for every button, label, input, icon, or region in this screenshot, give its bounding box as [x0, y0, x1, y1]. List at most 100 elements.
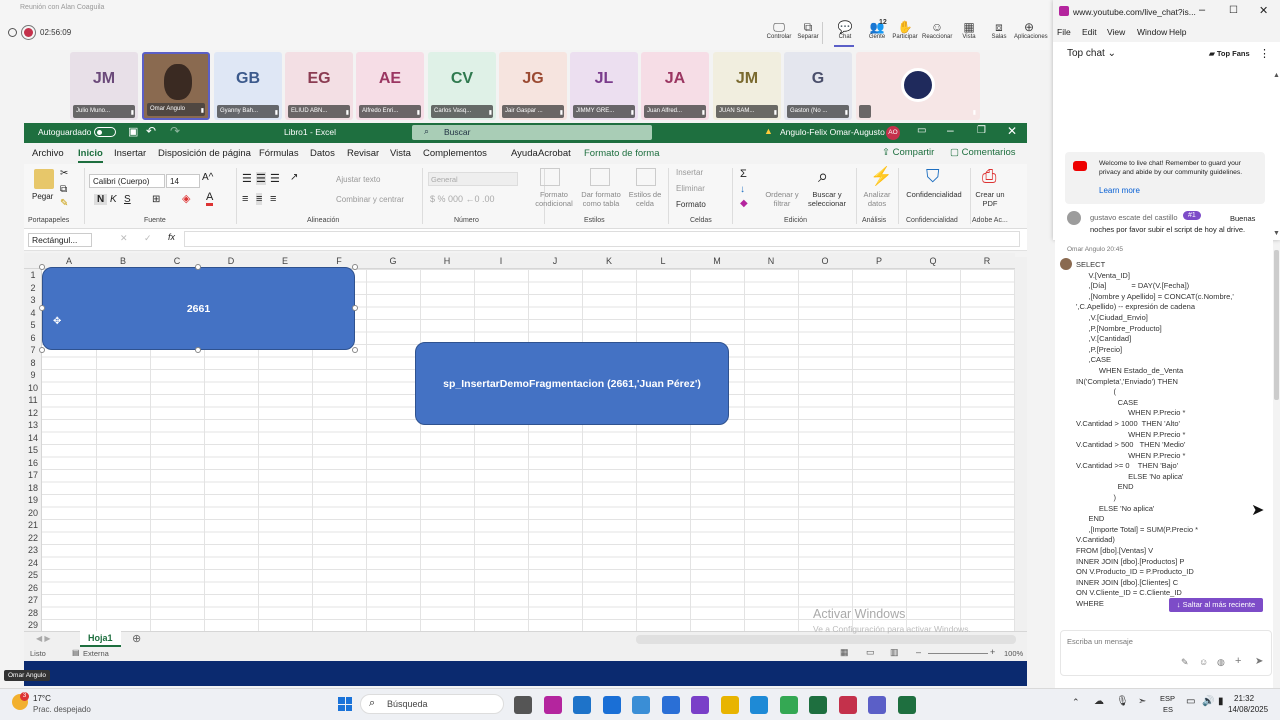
scroll-up-icon[interactable]: ▲ [1273, 72, 1280, 79]
zoom-slider[interactable] [928, 653, 988, 654]
font-select[interactable]: Calibri (Cuerpo) [89, 174, 165, 188]
sticker-icon[interactable]: ◍ [1217, 657, 1225, 668]
chrome-icon[interactable] [779, 696, 798, 714]
zoom-out-icon[interactable]: – [916, 647, 921, 657]
row-header[interactable]: 20 [24, 507, 42, 520]
row-header[interactable]: 16 [24, 457, 42, 470]
page-break-icon[interactable]: ▥ [890, 647, 899, 658]
search-box[interactable]: ⌕ Buscar [412, 125, 652, 140]
row-header[interactable]: 14 [24, 432, 42, 445]
volume-icon[interactable]: 🔊 [1202, 696, 1214, 707]
file-explorer-icon[interactable] [720, 696, 739, 714]
format-table-button[interactable]: Dar formato como tabla [576, 190, 626, 208]
participant-tile[interactable]: JG Jair Gaspar ... ▮ [499, 52, 567, 120]
taskbar-search[interactable]: ⌕ Búsqueda [360, 694, 504, 714]
resize-handle[interactable] [352, 305, 358, 311]
tab-archivo[interactable]: Archivo [32, 148, 64, 159]
row-header[interactable]: 2 [24, 282, 42, 295]
participant-tile[interactable]: AE Alfredo Enri... ▮ [356, 52, 424, 120]
participant-tile[interactable]: JM JUAN SAM... ▮ [713, 52, 781, 120]
tab-acrobat[interactable]: Acrobat [538, 148, 571, 159]
cut-icon[interactable]: ✂ [60, 168, 68, 179]
tab-ayuda[interactable]: Ayuda [511, 148, 538, 159]
row-header[interactable]: 10 [24, 382, 42, 395]
row-header[interactable]: 6 [24, 332, 42, 345]
redo-icon[interactable]: ↷ [170, 124, 180, 138]
ribbon-display-icon[interactable]: ▭ [917, 125, 926, 136]
emoji-icon[interactable]: ☺ [1199, 657, 1208, 667]
vscode-icon[interactable] [573, 696, 591, 714]
orientation-icon[interactable]: ↗ [290, 172, 298, 183]
format-table-icon[interactable] [590, 168, 610, 186]
top-fans-button[interactable]: ▰ Top Fans [1209, 49, 1250, 58]
resize-handle[interactable] [39, 305, 45, 311]
share-button[interactable]: ⇪ Compartir [882, 147, 934, 158]
row-header[interactable]: 9 [24, 369, 42, 382]
save-icon[interactable]: ▣ [128, 125, 138, 138]
column-header[interactable]: R [960, 256, 1014, 266]
teams-icon[interactable] [868, 696, 886, 714]
copy-icon[interactable]: ⧉ [60, 184, 67, 195]
browser-menu-item[interactable]: Help [1169, 27, 1186, 37]
browser-menu-item[interactable]: Edit [1082, 27, 1097, 37]
row-header[interactable]: 11 [24, 394, 42, 407]
toolbar-separar-button[interactable]: ⧉ Separar [793, 20, 823, 40]
column-header[interactable]: O [798, 256, 852, 266]
row-header[interactable]: 18 [24, 482, 42, 495]
number-format-select[interactable]: General [428, 172, 518, 186]
column-header[interactable]: J [528, 256, 582, 266]
format-icon[interactable]: ✎ [1181, 657, 1189, 668]
sql-tool-icon[interactable] [632, 696, 650, 714]
media-app-icon[interactable] [838, 696, 857, 714]
row-header[interactable]: 27 [24, 594, 42, 607]
underline-icon[interactable]: S [124, 194, 131, 205]
row-header[interactable]: 12 [24, 407, 42, 420]
minimize-icon[interactable]: – [1199, 4, 1205, 16]
tab-nav-icon[interactable]: ◀ ▶ [36, 634, 51, 643]
avatar[interactable]: AO [886, 126, 900, 140]
conditional-format-icon[interactable] [540, 168, 560, 186]
browser-menu-item[interactable]: View [1107, 27, 1125, 37]
tab-inicio[interactable]: Inicio [78, 148, 103, 163]
toolbar-aplicaciones-button[interactable]: ⊕ Aplicaciones [1014, 20, 1048, 40]
close-icon[interactable]: ✕ [1259, 4, 1268, 17]
column-header[interactable]: B [96, 256, 150, 266]
add-sheet-icon[interactable]: ⊕ [132, 632, 141, 645]
send-icon[interactable]: ➤ [1255, 656, 1263, 667]
column-header[interactable]: K [582, 256, 636, 266]
row-header[interactable]: 29 [24, 619, 42, 632]
cell-styles-button[interactable]: Estilos de celda [624, 190, 666, 208]
column-header[interactable]: E [258, 256, 312, 266]
vertical-scrollbar[interactable] [1015, 257, 1027, 631]
name-box[interactable]: Rectángul... [28, 233, 92, 247]
tab-formato-de-forma[interactable]: Formato de forma [584, 148, 660, 159]
excel-window-icon[interactable] [897, 696, 916, 714]
top-chat-dropdown[interactable]: Top chat ⌄ [1067, 48, 1116, 59]
browser-menu-item[interactable]: Window [1137, 27, 1167, 37]
resize-handle[interactable] [39, 264, 45, 270]
windows-start-icon[interactable] [338, 697, 352, 711]
column-header[interactable]: A [42, 256, 96, 266]
excel-app-icon[interactable] [809, 696, 827, 714]
align-right-icon[interactable]: ≡ [270, 193, 276, 205]
autosave-toggle[interactable] [94, 127, 116, 137]
tab-complementos[interactable]: Complementos [423, 148, 487, 159]
row-header[interactable]: 21 [24, 519, 42, 532]
sensitivity-icon[interactable]: ⛉ [926, 166, 940, 187]
fill-icon[interactable]: ↓ [740, 184, 745, 195]
participant-tile[interactable]: EG ELIUD ABN... ▮ [285, 52, 353, 120]
font-size-select[interactable]: 14 [166, 174, 200, 188]
tab-revisar[interactable]: Revisar [347, 148, 379, 159]
sort-filter-button[interactable]: Ordenar y filtrar [760, 190, 804, 208]
analyze-data-button[interactable]: Analizar datos [858, 190, 896, 208]
dev-tool-icon[interactable] [691, 696, 709, 714]
row-header[interactable]: 8 [24, 357, 42, 370]
minimize-icon[interactable]: – [947, 123, 954, 137]
toolbar-controlar-button[interactable]: 🖵 Controlar [764, 20, 794, 40]
grow-font-icon[interactable]: A^ [202, 172, 213, 183]
fill-color-icon[interactable]: ◈ [182, 192, 190, 205]
clear-icon[interactable]: ◆ [740, 198, 748, 209]
shape-rectangle-1[interactable]: 2661 [42, 267, 355, 350]
toolbar-chat-button[interactable]: 💬 Chat [830, 20, 860, 40]
italic-icon[interactable]: K [110, 194, 117, 205]
